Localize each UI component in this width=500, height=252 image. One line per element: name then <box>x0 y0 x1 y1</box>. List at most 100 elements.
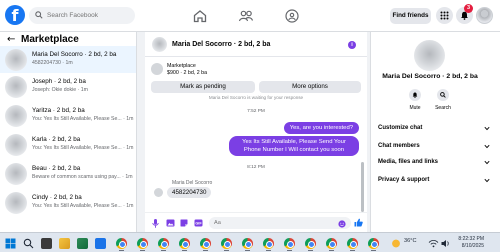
chrome-icon[interactable] <box>242 238 253 249</box>
running-indicator <box>182 250 187 251</box>
chrome-icon[interactable] <box>368 238 379 249</box>
conversation-item[interactable]: Karla · 2 bd, 2 ba You: Yes Its Still Av… <box>0 131 136 158</box>
chrome-icon[interactable] <box>179 238 190 249</box>
weather-icon[interactable] <box>390 238 402 249</box>
wifi-icon[interactable] <box>428 238 439 249</box>
task-view-icon[interactable] <box>41 238 52 249</box>
friends-icon[interactable] <box>238 8 254 24</box>
chat-members-item[interactable]: Chat members <box>378 143 420 149</box>
conversation-preview: Joseph: Okie dokie · 1m <box>32 87 88 93</box>
chrome-icon[interactable] <box>305 238 316 249</box>
conversation-item[interactable]: Beau · 2 bd, 2 ba Beware of common scams… <box>0 160 136 187</box>
home-icon[interactable] <box>192 8 208 24</box>
top-bar: f Find friends <box>0 0 500 32</box>
chevron-down-icon[interactable] <box>484 126 490 131</box>
chat-title[interactable]: Maria Del Socorro · 2 bd, 2 ba <box>172 41 270 48</box>
windows-taskbar: 36°C 8:22:32 PM 8/10/2025 <box>0 232 500 252</box>
running-indicator <box>350 250 355 251</box>
clock-date: 8/10/2025 <box>461 243 484 249</box>
chrome-icon[interactable] <box>347 238 358 249</box>
sender-name: Maria Del Socorro <box>172 180 213 186</box>
search-label: Search <box>435 105 451 111</box>
search-conversation-button[interactable] <box>437 89 449 101</box>
find-friends-button[interactable]: Find friends <box>390 8 431 24</box>
chevron-down-icon[interactable] <box>484 144 490 149</box>
listing-thumbnail <box>151 63 163 75</box>
conversation-item[interactable]: Joseph · 2 bd, 2 ba Joseph: Okie dokie ·… <box>0 73 136 100</box>
mark-as-pending-button[interactable]: Mark as pending <box>151 81 255 93</box>
chevron-down-icon[interactable] <box>484 178 490 183</box>
chrome-icon[interactable] <box>263 238 274 249</box>
system-clock[interactable]: 8:22:32 PM 8/10/2025 <box>450 236 484 250</box>
conversation-item[interactable]: Cindy · 2 bd, 2 ba You: Yes Its Still Av… <box>0 189 136 216</box>
temperature[interactable]: 36°C <box>404 238 417 244</box>
conversation-name: Joseph · 2 bd, 2 ba <box>32 78 86 85</box>
conversation-name: Beau · 2 bd, 2 ba <box>32 165 81 172</box>
conversation-item[interactable]: Maria Del Socorro · 2 bd, 2 ba 458220473… <box>0 46 136 73</box>
conversation-preview: 4582204730 · 1m <box>32 60 73 66</box>
groups-icon[interactable] <box>284 8 300 24</box>
gif-icon[interactable]: GIF <box>194 219 203 227</box>
chrome-icon[interactable] <box>137 238 148 249</box>
running-indicator <box>329 250 334 251</box>
app-icon[interactable] <box>95 238 106 249</box>
conversation-item[interactable]: Yaritza · 2 bd, 2 ba You: Yes Its Still … <box>0 102 136 129</box>
privacy-support-item[interactable]: Privacy & support <box>378 177 429 183</box>
listing-thumbnail <box>5 192 27 214</box>
listing-price: $900 · 2 bd, 2 ba <box>167 70 208 76</box>
search-input[interactable] <box>47 7 131 24</box>
sidebar-header: ← Marketplace <box>7 34 132 46</box>
menu-button[interactable] <box>436 7 453 24</box>
thumbs-up-icon[interactable] <box>354 218 363 227</box>
customize-chat-item[interactable]: Customize chat <box>378 125 422 131</box>
search-box[interactable] <box>29 7 135 24</box>
running-indicator <box>266 250 271 251</box>
info-icon[interactable]: i <box>348 41 356 49</box>
timestamp: 8:12 PM <box>247 165 265 170</box>
outgoing-message: Yes, are you interested? <box>283 122 359 134</box>
running-indicator <box>203 250 208 251</box>
running-indicator <box>161 250 166 251</box>
more-options-button[interactable]: More options <box>259 81 361 93</box>
search-icon[interactable] <box>23 238 34 249</box>
listing-card[interactable]: Marketplace $900 · 2 bd, 2 ba <box>151 61 361 78</box>
sticker-icon[interactable] <box>180 219 188 227</box>
back-arrow-icon[interactable]: ← <box>7 34 15 46</box>
file-explorer-icon[interactable] <box>59 238 70 249</box>
emoji-icon[interactable] <box>338 220 346 228</box>
app-icon[interactable] <box>77 238 88 249</box>
notification-count-badge: 3 <box>464 4 473 13</box>
chrome-icon[interactable] <box>116 238 127 249</box>
grid-menu-icon <box>440 11 449 20</box>
windows-start-icon[interactable] <box>5 238 16 249</box>
chrome-icon[interactable] <box>326 238 337 249</box>
search-icon <box>440 92 446 98</box>
chrome-icon[interactable] <box>221 238 232 249</box>
chrome-icon[interactable] <box>158 238 169 249</box>
chat-scrollbar[interactable] <box>361 162 364 212</box>
profile-avatar[interactable] <box>476 7 493 24</box>
running-indicator <box>224 250 229 251</box>
message-input[interactable] <box>209 217 351 229</box>
media-files-links-item[interactable]: Media, files and links <box>378 159 438 165</box>
mute-button[interactable] <box>409 89 421 101</box>
chat-avatar[interactable] <box>152 37 167 52</box>
chevron-down-icon[interactable] <box>484 160 490 165</box>
listing-thumbnail <box>5 49 27 71</box>
conversation-name: Maria Del Socorro · 2 bd, 2 ba <box>32 51 117 58</box>
conversation-name: Yaritza · 2 bd, 2 ba <box>32 107 85 114</box>
sidebar-title: Marketplace <box>21 34 79 45</box>
search-icon <box>35 11 43 19</box>
timestamp: 7:52 PM <box>247 109 265 114</box>
facebook-logo[interactable]: f <box>5 5 25 25</box>
bell-icon <box>412 92 418 98</box>
conversation-preview: You: Yes Its Still Available, Please Se.… <box>32 116 134 122</box>
photo-icon[interactable] <box>166 219 175 227</box>
contact-name: Maria Del Socorro · 2 bd, 2 ba <box>382 73 478 80</box>
svg-text:GIF: GIF <box>195 222 202 226</box>
message-composer: GIF <box>145 212 367 232</box>
chrome-icon[interactable] <box>200 238 211 249</box>
contact-avatar[interactable] <box>414 40 445 71</box>
chrome-icon[interactable] <box>284 238 295 249</box>
microphone-icon[interactable] <box>152 219 159 228</box>
